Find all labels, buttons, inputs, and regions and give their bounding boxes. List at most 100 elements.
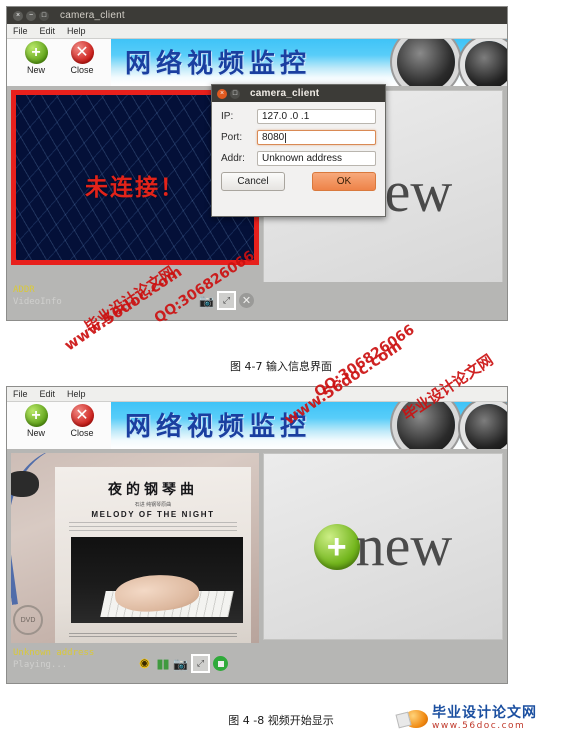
page-root: × − □ camera_client File Edit Help + New [0,0,562,741]
menu-edit[interactable]: Edit [40,389,56,399]
headphone-shape [11,471,39,497]
eye-icon[interactable]: ◉ [137,656,152,671]
figure1-status-text: ADDR VideoInfo [13,284,62,308]
dvd-logo-icon: DVD [13,605,43,635]
menu-help-label: Help [67,26,86,36]
status-addr: Unknown address [13,648,95,658]
close-circle-icon: ✕ [70,404,94,427]
port-input[interactable]: 8080 [257,130,376,145]
port-field-row: Port: 8080 [221,130,376,145]
figure2-banner-title: 网络视频监控 [125,412,312,442]
fullscreen-icon[interactable]: ⤢ [217,291,236,310]
figure1-titlebar: × − □ camera_client [7,7,507,24]
figure2-toolbar: + New ✕ Close [7,402,111,449]
menu-help[interactable]: Help [67,389,86,399]
menu-file-label: File [13,389,28,399]
site-logo-name: 毕业设计论文网 [432,705,537,721]
new-button-label: New [26,65,45,75]
ip-field-row: IP: 127.0 .0 .1 [221,109,376,124]
camera-lens-icon [397,39,455,86]
orange-ball-icon [404,710,428,728]
figure2-video-panel[interactable]: 夜的钢琴曲 石进 纯钢琴原曲 MELODY OF THE NIGHT DVD [11,453,259,643]
dialog-title: camera_client [250,88,320,99]
status-addr: ADDR [13,285,35,295]
menu-file-label: File [13,26,28,36]
ip-field-label: IP: [221,111,234,122]
video-frame: 夜的钢琴曲 石进 纯钢琴原曲 MELODY OF THE NIGHT DVD [11,453,259,643]
close-circle-icon: ✕ [70,41,94,64]
status-info: VideoInfo [13,297,62,307]
cd-blurb [69,522,237,532]
status-info: Playing... [13,660,68,670]
figure2-status-text: Unknown address Playing... [13,647,94,671]
minimize-window-icon[interactable]: − [26,10,36,21]
port-input-value: 8080 [262,132,285,143]
figure1-menubar: File Edit Help [7,24,507,39]
connection-dialog: × □ camera_client IP: 127.0 .0 .1 Port: … [211,84,386,217]
close-button-label: Close [70,65,94,75]
figure2-new-pane[interactable]: + new [263,453,503,640]
dialog-body: IP: 127.0 .0 .1 Port: 8080 Addr: Unknown… [212,102,385,199]
menu-file[interactable]: File [13,26,28,36]
ip-input[interactable]: 127.0 .0 .1 [257,109,376,124]
figure2-status-icons: ◉ ▮▮ 📷 ⤢ [137,654,228,673]
camera-lens-icon [465,41,507,86]
figure1-banner-title: 网络视频监控 [125,49,312,79]
maximize-window-icon[interactable]: □ [39,10,49,21]
plus-circle-icon: + [24,404,48,427]
cancel-button[interactable]: Cancel [221,172,285,191]
cd-footer-text [69,633,237,639]
stop-icon[interactable] [213,656,228,671]
cd-piano-photo [71,537,243,623]
figure1-caption: 图 4-7 输入信息界面 [230,360,332,373]
figure1-banner: 网络视频监控 [111,39,507,86]
ok-button[interactable]: OK [312,172,376,191]
close-icon[interactable]: ✕ [239,293,254,308]
menu-edit-label: Edit [39,389,56,399]
close-button-label: Close [70,428,94,438]
close-button[interactable]: ✕ Close [59,41,105,86]
new-button-label: New [26,428,45,438]
new-pane-inner: + new [313,513,453,579]
new-pane-label: new [355,513,453,579]
plus-circle-icon[interactable]: + [313,523,360,570]
addr-input[interactable]: Unknown address [257,151,376,166]
figure2-window: File Edit Help + New ✕ Close 网络视频监控 夜的钢琴… [6,386,508,684]
figure2-statusbar: Unknown address Playing... ◉ ▮▮ 📷 ⤢ [7,645,507,683]
cd-title-en: MELODY OF THE NIGHT [91,510,215,519]
addr-field-label: Addr: [221,153,245,164]
plus-circle-icon: + [24,41,48,64]
figure1-status-icons: 📷 ⤢ ✕ [199,291,254,310]
camera-lens-icon [397,402,455,449]
figure1-toolbar-row: + New ✕ Close 网络视频监控 [7,39,507,86]
addr-input-value: Unknown address [262,153,343,164]
figure1-toolbar: + New ✕ Close [7,39,111,86]
camera-icon[interactable]: 📷 [173,656,188,671]
figure2-banner: 网络视频监控 [111,402,507,449]
dialog-close-icon[interactable]: × [217,88,227,99]
figure2-menubar: File Edit Help [7,387,507,402]
camera-icon[interactable]: 📷 [199,293,214,308]
cd-author: 石进 纯钢琴原曲 [134,502,172,508]
menu-help-label: Help [67,389,86,399]
cd-title-cn: 夜的钢琴曲 [108,482,198,498]
camera-lens-icon [465,404,507,449]
menu-file[interactable]: File [13,389,28,399]
menu-edit[interactable]: Edit [40,26,56,36]
pause-icon[interactable]: ▮▮ [155,656,170,671]
site-logo: 毕业设计论文网 www.56doc.com [404,706,537,732]
new-button[interactable]: + New [13,404,59,449]
cd-booklet: 夜的钢琴曲 石进 纯钢琴原曲 MELODY OF THE NIGHT [55,467,251,643]
figure1-window-title: camera_client [60,10,125,21]
menu-help[interactable]: Help [67,26,86,36]
figure1-statusbar: ADDR VideoInfo 📷 ⤢ ✕ [7,282,507,320]
close-button[interactable]: ✕ Close [59,404,105,449]
fullscreen-icon[interactable]: ⤢ [191,654,210,673]
site-logo-text: 毕业设计论文网 www.56doc.com [432,706,537,732]
dialog-titlebar: × □ camera_client [212,85,385,102]
cancel-button-label: Cancel [237,176,269,187]
new-button[interactable]: + New [13,41,59,86]
dialog-maximize-icon[interactable]: □ [230,88,240,99]
figure2-toolbar-row: + New ✕ Close 网络视频监控 [7,402,507,449]
close-window-icon[interactable]: × [13,10,23,21]
